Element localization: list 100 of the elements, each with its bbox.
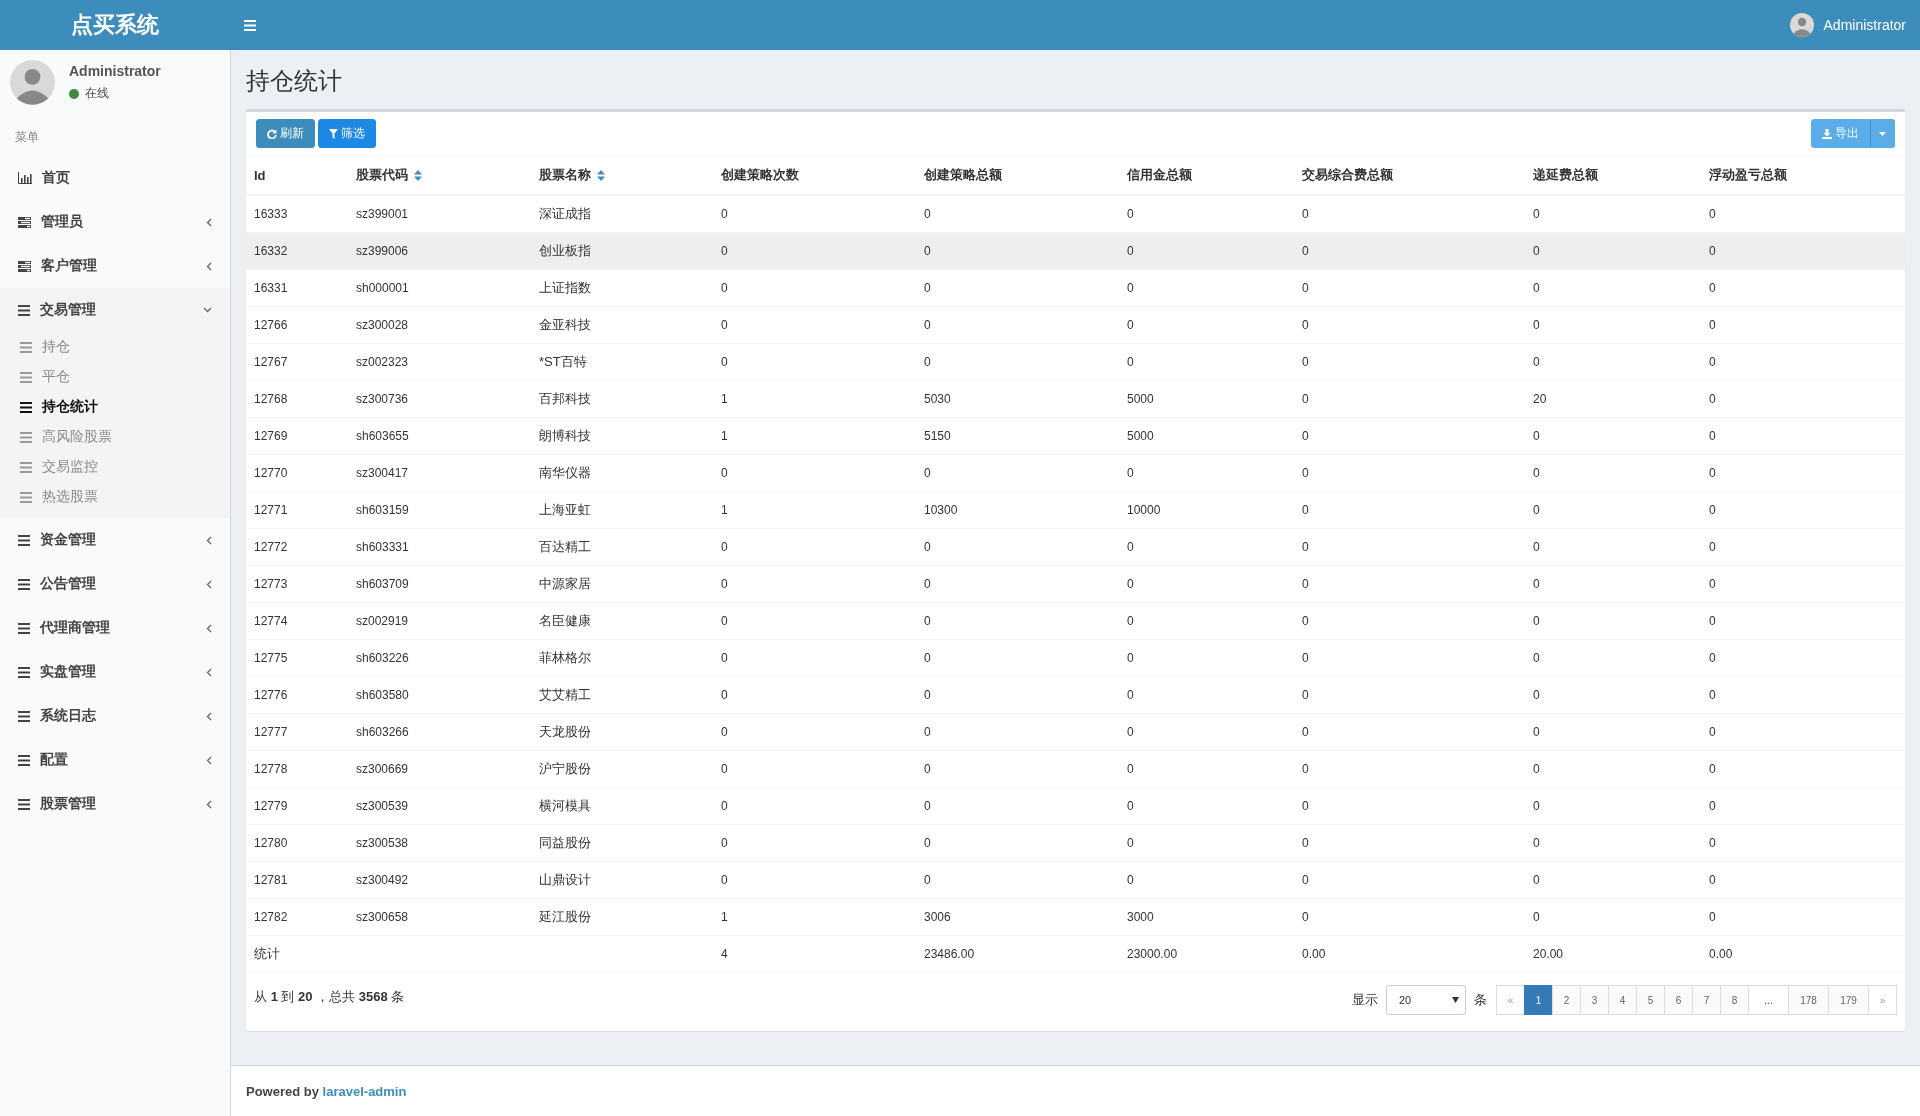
sidebar-item[interactable]: 实盘管理 [0,650,230,694]
menu-icon [18,666,30,678]
table-cell: 0 [916,602,1119,639]
table-cell: 1 [713,380,916,417]
sidebar-subitem[interactable]: 高风险股票 [0,422,230,452]
refresh-button[interactable]: 刷新 [256,119,315,148]
table-cell: 创业板指 [531,232,713,269]
page-button[interactable]: 1 [1524,985,1553,1015]
table-cell: 0 [1294,343,1525,380]
sidebar-item[interactable]: 资金管理 [0,518,230,562]
table-cell: sh603226 [348,639,531,676]
table-cell: 0 [1525,269,1701,306]
laravel-admin-link[interactable]: laravel-admin [322,1083,407,1099]
table-cell: 0 [1119,787,1294,824]
table-cell: 0 [713,750,916,787]
page-button[interactable]: 2 [1552,985,1581,1015]
table-cell: 横河模具 [531,787,713,824]
page-button[interactable]: 179 [1828,985,1869,1015]
caret-icon [1879,131,1886,136]
filter-button[interactable]: 筛选 [318,119,376,148]
per-page-select[interactable]: 20 [1386,985,1466,1015]
table-cell: 0 [1294,602,1525,639]
download-icon [1822,128,1832,139]
table-cell: 0 [1119,602,1294,639]
sidebar-item[interactable]: 配置 [0,738,230,782]
table-cell: 0 [1525,491,1701,528]
table-cell: 23486.00 [916,935,1119,972]
sidebar-item[interactable]: 管理员 [0,200,230,244]
footer-text: Powered by laravel-admin [246,1083,407,1099]
table-cell: 0 [1294,269,1525,306]
table-cell: 12770 [246,454,348,491]
sidebar-subitem[interactable]: 热选股票 [0,482,230,512]
table-cell: sz300028 [348,306,531,343]
table-cell: 12781 [246,861,348,898]
sidebar-item[interactable]: 客户管理 [0,244,230,288]
table-cell: 深证成指 [531,195,713,232]
table-cell: 百达精工 [531,528,713,565]
table-cell: 0 [1294,713,1525,750]
menu-icon [18,534,30,546]
page-title: 持仓统计 [246,66,343,96]
page-button[interactable]: 3 [1580,985,1609,1015]
table-cell: 0 [1294,380,1525,417]
export-dropdown-button[interactable] [1870,119,1895,148]
table-cell: 0 [1701,713,1905,750]
table-cell: 0 [1294,306,1525,343]
page-button[interactable]: 7 [1692,985,1721,1015]
table-cell: 艾艾精工 [531,676,713,713]
table-cell: 上海亚虹 [531,491,713,528]
table-cell: 0 [1525,898,1701,935]
user-name[interactable]: Administrator [1823,17,1906,33]
sidebar-subitem[interactable]: 交易监控 [0,452,230,482]
table-cell: 16331 [246,269,348,306]
table-cell: 0 [916,528,1119,565]
table-cell: 12782 [246,898,348,935]
table-cell: 0 [713,528,916,565]
sort-icon[interactable] [414,170,422,182]
page-button[interactable]: 8 [1720,985,1749,1015]
sidebar-subitem[interactable]: 持仓 [0,332,230,362]
brand-logo[interactable]: 点买系统 [0,10,230,40]
sidebar-item[interactable]: 公告管理 [0,562,230,606]
table-cell: 0 [1119,750,1294,787]
table-cell: 0 [916,713,1119,750]
table-cell: 0 [1294,491,1525,528]
table-cell: 0 [1525,343,1701,380]
page-arrow-button[interactable]: « [1496,985,1525,1015]
table-cell: sh603331 [348,528,531,565]
table-cell: 0 [916,306,1119,343]
table-cell: 5030 [916,380,1119,417]
table-cell: 0 [713,861,916,898]
page-arrow-button[interactable]: » [1868,985,1897,1015]
sidebar-item[interactable]: 系统日志 [0,694,230,738]
status-label: 在线 [85,85,109,102]
menu-icon [20,491,32,503]
page-button[interactable]: 6 [1664,985,1693,1015]
table-cell: 0 [916,343,1119,380]
table-cell: 0 [1701,639,1905,676]
table-cell: 12778 [246,750,348,787]
table-cell: 0 [713,343,916,380]
menu-icon [18,754,30,766]
page-ellipsis[interactable]: ... [1748,985,1789,1015]
sidebar-subitem[interactable]: 平仓 [0,362,230,392]
table-cell: sh603655 [348,417,531,454]
sidebar-item[interactable]: 股票管理 [0,782,230,826]
sidebar-item[interactable]: 代理商管理 [0,606,230,650]
page-button[interactable]: 4 [1608,985,1637,1015]
sort-icon[interactable] [597,170,605,182]
table-cell: 0 [713,565,916,602]
page-button[interactable]: 178 [1788,985,1829,1015]
table-cell: 0 [1294,639,1525,676]
table-cell: sh603266 [348,713,531,750]
table-cell: 0 [1119,528,1294,565]
table-cell: sz399001 [348,195,531,232]
sidebar-item[interactable]: 交易管理 [0,288,230,332]
sidebar-item[interactable]: 首页 [0,156,230,200]
sidebar-subitem[interactable]: 持仓统计 [0,392,230,422]
page-button[interactable]: 5 [1636,985,1665,1015]
table-cell: 菲林格尔 [531,639,713,676]
table-cell: 0 [1294,565,1525,602]
table-cell: sz300736 [348,380,531,417]
table-cell: sz300492 [348,861,531,898]
